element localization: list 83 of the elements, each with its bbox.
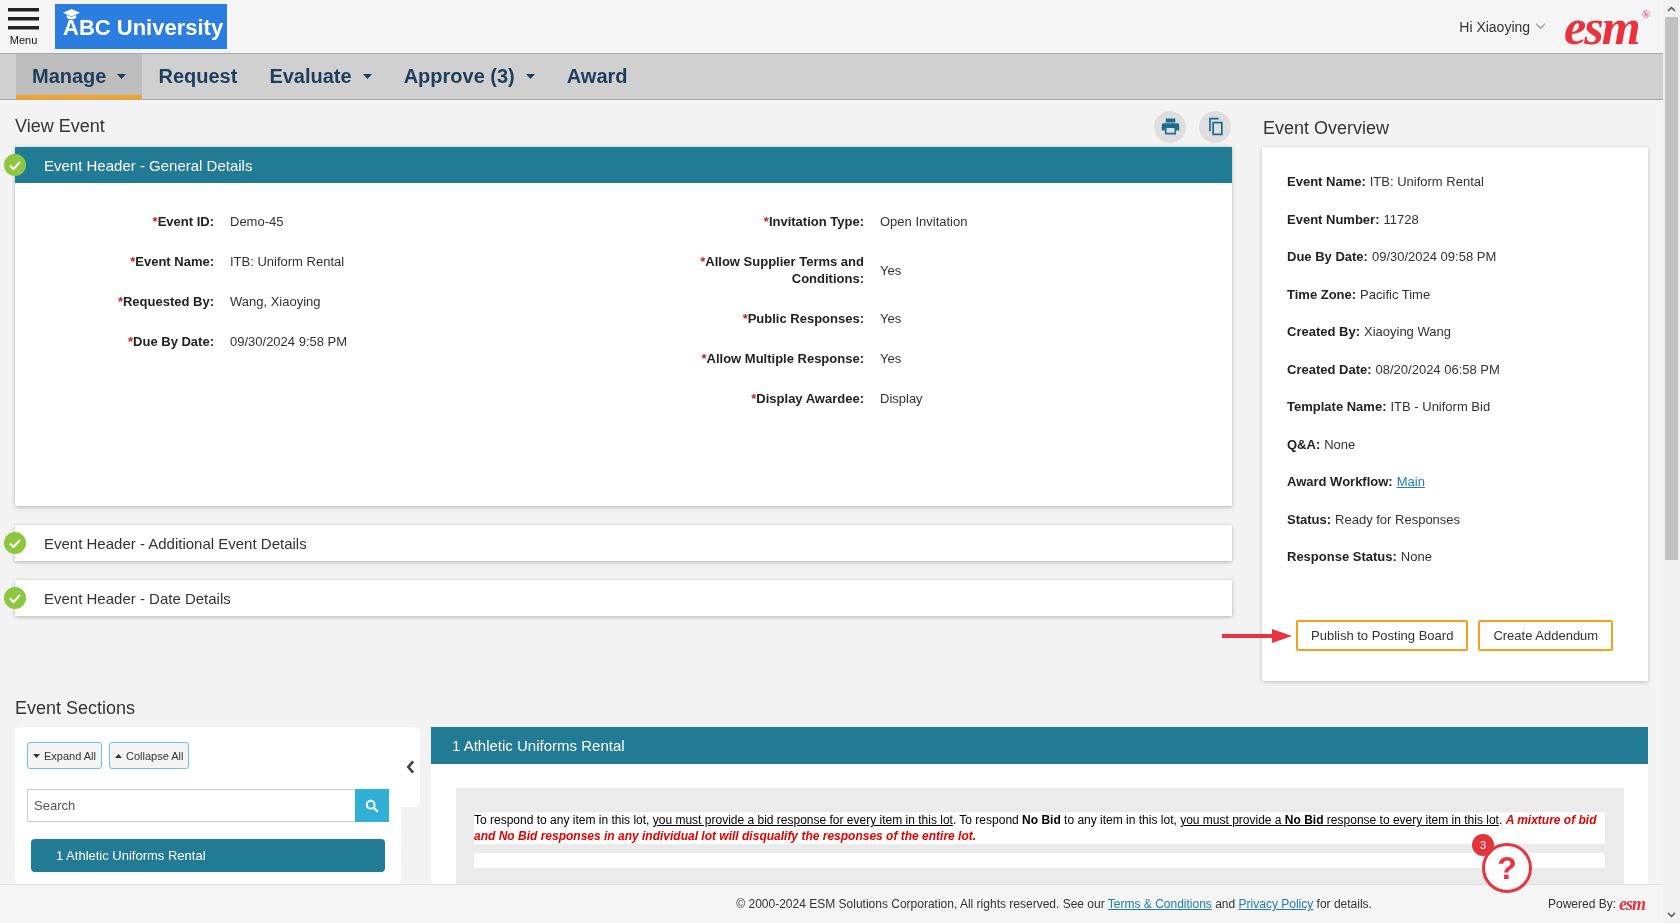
field-value: Yes bbox=[880, 350, 903, 367]
nav-tab[interactable]: Request bbox=[142, 54, 254, 99]
overview-label: Q&A: bbox=[1287, 435, 1321, 453]
overview-label: Response Status: bbox=[1287, 548, 1397, 565]
scroll-up-icon[interactable] bbox=[1667, 5, 1676, 12]
caret-down-icon bbox=[33, 753, 40, 758]
overview-label: Created Date: bbox=[1287, 360, 1372, 378]
overview-label: Created By: bbox=[1287, 323, 1360, 340]
overview-value: Xiaoying Wang bbox=[1363, 323, 1451, 340]
overview-label: Event Number: bbox=[1287, 210, 1380, 228]
search-icon bbox=[365, 798, 379, 813]
action-button[interactable]: Create Addendum bbox=[1478, 620, 1614, 651]
menu-button[interactable]: Menu bbox=[8, 7, 39, 46]
overview-label: Time Zone: bbox=[1287, 285, 1357, 303]
field-value: 09/30/2024 9:58 PM bbox=[230, 333, 349, 350]
field-value: Open Invitation bbox=[880, 213, 969, 230]
field-label: *Invitation Type: bbox=[762, 213, 864, 230]
brand-logo: esm bbox=[1619, 896, 1645, 912]
overview-label: Award Workflow: bbox=[1287, 473, 1393, 490]
section-title: Event Sections bbox=[15, 697, 137, 719]
footer-link[interactable]: Terms & Conditions bbox=[1107, 897, 1212, 911]
field-label: *Event ID: bbox=[151, 213, 214, 230]
section-header[interactable]: Event Header - Date Details bbox=[15, 580, 1232, 616]
field-value: Display bbox=[880, 390, 924, 407]
powered-by-label: Powered By: bbox=[1547, 897, 1616, 911]
search-field[interactable]: Search bbox=[27, 789, 355, 822]
caret-up-icon bbox=[115, 753, 122, 758]
collapse-panel-button[interactable] bbox=[401, 727, 420, 807]
overview-label: Event Name: bbox=[1287, 173, 1366, 190]
page-title: View Event bbox=[15, 116, 105, 137]
footer-link[interactable]: Privacy Policy bbox=[1238, 897, 1314, 911]
field-label: *Event Name: bbox=[129, 253, 214, 270]
expand-all-button[interactable]: Expand All bbox=[27, 742, 102, 769]
menu-icon bbox=[8, 7, 39, 30]
field-value: Wang, Xiaoying bbox=[230, 293, 322, 310]
field-value: ITB: Uniform Rental bbox=[230, 253, 346, 270]
overview-title: Event Overview bbox=[1262, 116, 1391, 140]
copyright-notice: © 2000-2024 ESM Solutions Corporation, All rights reserved. See our Terms & Conditions and Privacy Policy for details. bbox=[736, 897, 1372, 911]
field-label: *Display Awardee: bbox=[750, 390, 864, 407]
overview-value: 09/30/2024 09:58 PM bbox=[1371, 248, 1497, 265]
overview-value: Ready for Responses bbox=[1335, 510, 1461, 528]
collapse-all-button[interactable]: Collapse All bbox=[109, 742, 190, 769]
field-value: Yes bbox=[880, 310, 903, 327]
scroll-down-icon[interactable] bbox=[1667, 911, 1676, 918]
field-label: *Requested By: bbox=[116, 293, 214, 310]
arrow-icon bbox=[1222, 629, 1292, 643]
logo-link[interactable]: ABC University bbox=[55, 4, 227, 49]
nav-tab[interactable]: Manage bbox=[16, 54, 143, 99]
section-header[interactable]: Event Header - General Details bbox=[15, 147, 1232, 183]
print-button[interactable] bbox=[1154, 110, 1186, 143]
overview-value: None bbox=[1324, 435, 1356, 453]
user-menu-button[interactable]: Hi Xiaoying bbox=[1459, 18, 1547, 35]
overview-value: 11728 bbox=[1383, 210, 1419, 228]
copy-button[interactable] bbox=[1199, 110, 1231, 143]
nav-tab[interactable]: Award bbox=[550, 54, 644, 99]
nav-tab[interactable]: Approve (3) bbox=[387, 54, 551, 99]
chevron-left-icon bbox=[406, 760, 415, 774]
scrollbar[interactable] bbox=[1663, 0, 1680, 923]
field-label: *Allow Supplier Terms and Conditions: bbox=[699, 253, 864, 287]
overview-value: 08/20/2024 06:58 PM bbox=[1375, 360, 1500, 378]
action-button[interactable]: Publish to Posting Board bbox=[1296, 620, 1469, 651]
overview-label: Due By Date: bbox=[1287, 248, 1368, 265]
scrollbar-thumb[interactable] bbox=[1665, 17, 1678, 560]
overview-label: Status: bbox=[1287, 510, 1332, 528]
section-header[interactable]: Event Header - Additional Event Details bbox=[15, 525, 1232, 561]
overview-label: Template Name: bbox=[1287, 398, 1387, 415]
field-label: *Due By Date: bbox=[127, 333, 214, 350]
nav-tab[interactable]: Evaluate bbox=[253, 54, 388, 99]
field-label: *Allow Multiple Response: bbox=[700, 350, 864, 367]
graduation-cap-icon bbox=[63, 9, 80, 20]
workflow-link[interactable]: Main bbox=[1396, 473, 1425, 490]
brand-logo: esm® bbox=[1564, 6, 1650, 47]
overview-value: None bbox=[1400, 548, 1432, 565]
overview-value: ITB: Uniform Rental bbox=[1369, 173, 1484, 190]
field-value: Demo-45 bbox=[230, 213, 285, 230]
field-value: Yes bbox=[880, 261, 903, 279]
section-list-item[interactable]: 1 Athletic Uniforms Rental bbox=[31, 839, 385, 872]
overview-value: ITB - Uniform Bid bbox=[1390, 398, 1491, 415]
overview-value: Pacific Time bbox=[1360, 285, 1431, 303]
printer-icon bbox=[1160, 117, 1180, 136]
lot-title: 1 Athletic Uniforms Rental bbox=[431, 727, 1648, 764]
chevron-down-icon bbox=[1535, 23, 1547, 30]
field-label: *Public Responses: bbox=[741, 310, 864, 327]
